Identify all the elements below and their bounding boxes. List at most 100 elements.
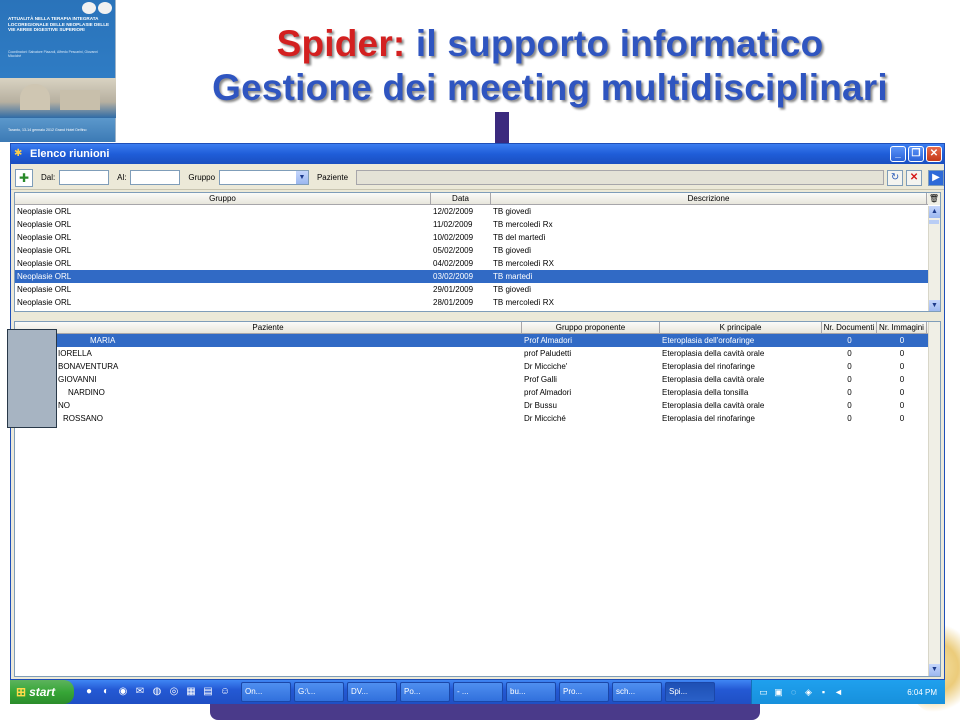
cell-data: 28/01/2009 xyxy=(433,298,474,307)
elenco-riunioni-window: ✱ Elenco riunioni _ ❐ ✕ ✚ Dal: Al: Grupp… xyxy=(10,143,945,680)
taskbar-item-active[interactable]: Spi... xyxy=(665,682,715,702)
slide-title: Spider: il supporto informatico Gestione… xyxy=(140,22,960,110)
minimize-button[interactable]: _ xyxy=(890,146,906,162)
table-row-selected[interactable]: MARIA Prof Almadori Eteroplasia dell'orofa… xyxy=(15,334,940,347)
column-nr-documenti[interactable]: Nr. Documenti xyxy=(822,322,877,333)
monitor-icon[interactable]: ▣ xyxy=(773,687,784,698)
poster-heading: ATTUALITÀ NELLA TERAPIA INTEGRATA LOCORE… xyxy=(8,16,110,33)
column-paziente[interactable]: Paziente xyxy=(15,322,522,333)
table-row[interactable]: IORELLA prof Paludetti Eteroplasia della c… xyxy=(15,347,940,360)
trash-icon[interactable]: 🗑 xyxy=(928,193,940,205)
table-row[interactable]: ROSSANO Dr Micciché Eteroplasia del rinofa… xyxy=(15,412,940,425)
dal-label: Dal: xyxy=(40,173,56,182)
quick-launch: ● ◐ ◉ ✉ ◍ ◎ ▦ ▤ ☺ xyxy=(82,685,235,699)
poster-logo-left xyxy=(82,2,96,14)
table-row[interactable]: Neoplasie ORL 10/02/2009 TB del martedì xyxy=(15,231,940,244)
gruppo-select[interactable]: ▼ xyxy=(219,170,309,185)
cell-nr-documenti: 0 xyxy=(847,336,852,345)
calendar-icon[interactable]: ▤ xyxy=(201,685,215,699)
cell-gruppo: Neoplasie ORL xyxy=(17,259,72,268)
volume-icon[interactable]: ◄ xyxy=(833,687,844,698)
poster-logo-right xyxy=(98,2,112,14)
cell-gruppo: Neoplasie ORL xyxy=(17,207,72,216)
cell-data: 03/02/2009 xyxy=(433,272,474,281)
paziente-input[interactable] xyxy=(356,170,885,185)
scroll-thumb[interactable] xyxy=(929,220,939,224)
redaction-box xyxy=(7,329,57,428)
taskbar-item[interactable]: DV... xyxy=(347,682,397,702)
column-k-principale[interactable]: K principale xyxy=(660,322,822,333)
delete-icon[interactable]: ✕ xyxy=(906,169,923,186)
refresh-icon[interactable]: ↻ xyxy=(887,169,904,186)
table-row[interactable]: Neoplasie ORL 29/01/2009 TB giovedì xyxy=(15,283,940,296)
scroll-up-icon[interactable]: ▲ xyxy=(929,206,940,218)
meetings-header: Gruppo Data Descrizione xyxy=(15,193,940,205)
poster-authors: Coordinatori: Salvatore Piazzoli, Alfred… xyxy=(8,50,98,58)
table-row[interactable]: BONAVENTURA Dr Micciche' Eteroplasia del r… xyxy=(15,360,940,373)
messenger-icon[interactable]: ☺ xyxy=(218,685,232,699)
chevron-down-icon[interactable]: ▼ xyxy=(295,171,308,184)
cell-gruppo-proponente: Prof Almadori xyxy=(524,336,573,345)
table-row[interactable]: Neoplasie ORL 04/02/2009 TB mercoledì RX xyxy=(15,257,940,270)
cell-descrizione: TB mercoledì RX xyxy=(493,298,554,307)
mail-icon[interactable]: ✉ xyxy=(133,685,147,699)
patients-scrollbar[interactable]: ▼ xyxy=(928,322,940,676)
taskbar-item[interactable]: sch... xyxy=(612,682,662,702)
cell-data: 11/02/2009 xyxy=(433,220,473,229)
cell-paziente: NO xyxy=(58,401,70,410)
security-icon[interactable]: ◈ xyxy=(803,687,814,698)
column-descrizione[interactable]: Descrizione xyxy=(491,193,927,204)
close-button[interactable]: ✕ xyxy=(926,146,942,162)
camera-icon[interactable]: ◎ xyxy=(167,685,181,699)
cell-k-principale: Eteroplasia del rinofaringe xyxy=(662,414,755,423)
al-date-input[interactable] xyxy=(130,170,181,185)
scroll-down-icon[interactable]: ▼ xyxy=(929,300,940,311)
cell-nr-immagini: 0 xyxy=(899,388,905,397)
cell-data: 10/02/2009 xyxy=(433,233,474,242)
media-icon[interactable]: ◉ xyxy=(116,685,130,699)
table-row[interactable]: Neoplasie ORL 05/02/2009 TB giovedì xyxy=(15,244,940,257)
cell-k-principale: Eteroplasia della tonsilla xyxy=(662,388,749,397)
taskbar-item[interactable]: - ... xyxy=(453,682,503,702)
new-document-icon[interactable]: ✚ xyxy=(15,168,33,187)
taskbar-item[interactable]: Pro... xyxy=(559,682,609,702)
next-arrow-icon[interactable]: ▶ xyxy=(928,169,944,186)
cell-gruppo: Neoplasie ORL xyxy=(17,220,72,229)
cell-k-principale: Eteroplasia del rinofaringe xyxy=(662,362,755,371)
cell-descrizione: TB giovedì xyxy=(493,285,532,294)
cell-gruppo-proponente: prof Almadori xyxy=(524,388,572,397)
taskbar-item[interactable]: G:\... xyxy=(294,682,344,702)
column-data[interactable]: Data xyxy=(431,193,491,204)
column-nr-immagini[interactable]: Nr. Immagini xyxy=(877,322,927,333)
browser-icon[interactable]: ◐ xyxy=(99,685,113,699)
table-row[interactable]: GIOVANNI Prof Galli Eteroplasia della cavi… xyxy=(15,373,940,386)
taskbar-item[interactable]: bu... xyxy=(506,682,556,702)
table-row[interactable]: NO Dr Bussu Eteroplasia della cavità orale… xyxy=(15,399,940,412)
table-row-selected[interactable]: Neoplasie ORL 03/02/2009 TB martedì xyxy=(15,270,940,283)
window-titlebar[interactable]: ✱ Elenco riunioni _ ❐ ✕ xyxy=(11,144,944,164)
dal-date-input[interactable] xyxy=(59,170,110,185)
taskbar-item[interactable]: Po... xyxy=(400,682,450,702)
maximize-button[interactable]: ❐ xyxy=(908,146,924,162)
desktop-icon[interactable]: ● xyxy=(82,685,96,699)
table-row[interactable]: Neoplasie ORL 11/02/2009 TB mercoledì Rx xyxy=(15,218,940,231)
cell-gruppo-proponente: Prof Galli xyxy=(524,375,557,384)
column-gruppo[interactable]: Gruppo xyxy=(15,193,431,204)
network-icon[interactable]: ◌ xyxy=(788,687,799,698)
usb-icon[interactable]: ▪ xyxy=(818,687,829,698)
cell-data: 29/01/2009 xyxy=(433,285,474,294)
cell-nr-immagini: 0 xyxy=(899,362,905,371)
table-row[interactable]: Neoplasie ORL 28/01/2009 TB mercoledì RX xyxy=(15,296,940,309)
taskbar-item[interactable]: On... xyxy=(241,682,291,702)
start-button[interactable]: ⊞ start xyxy=(10,680,74,704)
scroll-down-icon[interactable]: ▼ xyxy=(929,664,940,676)
folder-icon[interactable]: ▦ xyxy=(184,685,198,699)
keyboard-icon[interactable]: ▭ xyxy=(758,687,769,698)
cell-nr-immagini: 0 xyxy=(899,375,905,384)
meetings-scrollbar[interactable]: ▲ ▼ xyxy=(928,206,940,311)
table-row[interactable]: Neoplasie ORL 12/02/2009 TB giovedì xyxy=(15,205,940,218)
firefox-icon[interactable]: ◍ xyxy=(150,685,164,699)
spider-icon: ✱ xyxy=(14,148,23,159)
table-row[interactable]: NARDINO prof Almadori Eteroplasia della to… xyxy=(15,386,940,399)
column-gruppo-proponente[interactable]: Gruppo proponente xyxy=(522,322,660,333)
